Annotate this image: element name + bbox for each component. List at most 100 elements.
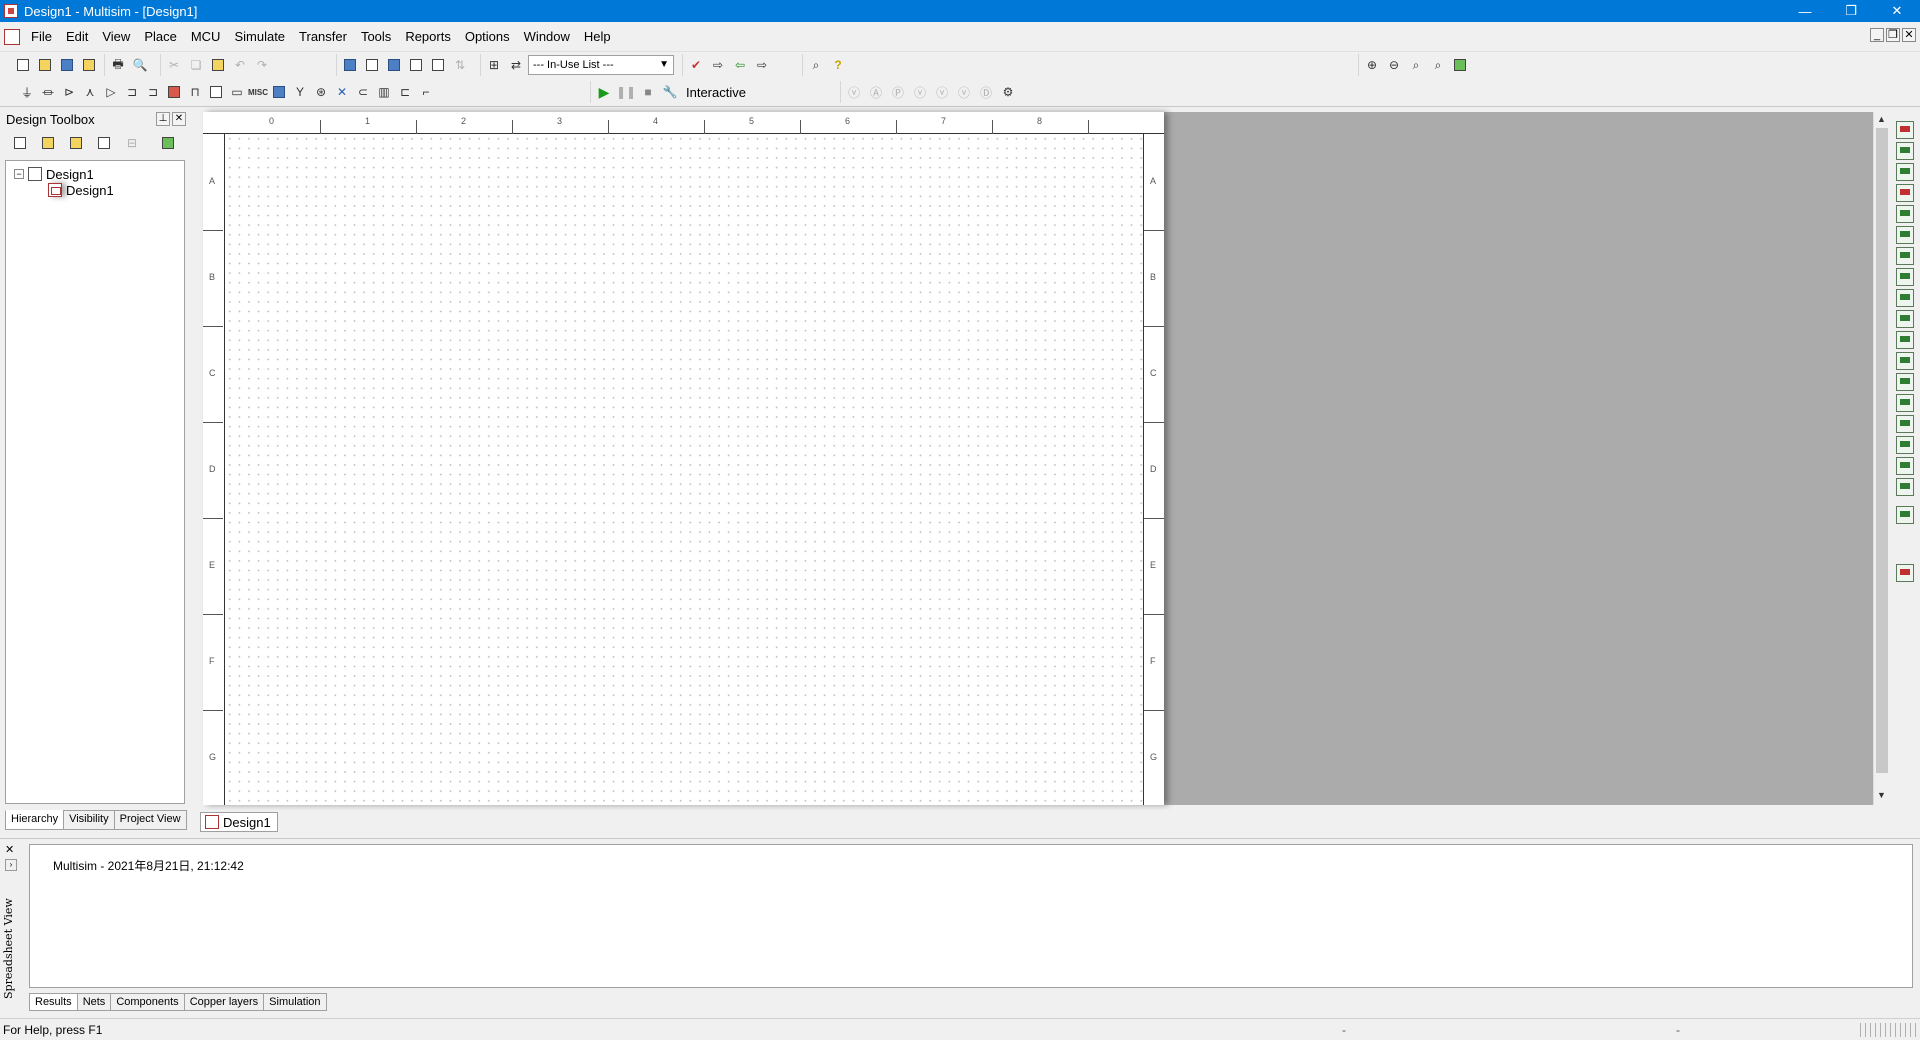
database-manager-icon[interactable] xyxy=(384,55,404,75)
electromechanical-icon[interactable]: ⊛ xyxy=(311,82,331,102)
undo-icon[interactable]: ↶ xyxy=(230,55,250,75)
zoom-sheet-icon[interactable]: ⌕ xyxy=(1428,55,1448,75)
tab-simulation[interactable]: Simulation xyxy=(263,993,327,1011)
tree-item-design-sheet[interactable]: Design1 xyxy=(48,181,114,199)
open-sample-icon[interactable] xyxy=(57,55,77,75)
toolbox-settings-icon[interactable] xyxy=(158,133,178,153)
oscilloscope-icon[interactable] xyxy=(1896,184,1914,202)
grapher-icon[interactable] xyxy=(406,55,426,75)
print-preview-icon[interactable]: 🔍 xyxy=(130,55,150,75)
menu-place[interactable]: Place xyxy=(137,22,184,52)
misc-digital-icon[interactable] xyxy=(164,82,184,102)
agilent-multimeter-icon[interactable] xyxy=(1896,436,1914,454)
postprocessor-icon[interactable] xyxy=(428,55,448,75)
analog-icon[interactable]: ▷ xyxy=(101,82,121,102)
scroll-up-icon[interactable]: ▲ xyxy=(1877,114,1886,124)
current-probe-icon[interactable]: Ⓐ xyxy=(866,82,886,102)
mdi-restore-icon[interactable]: ❐ xyxy=(1886,28,1900,42)
simulation-mode-label[interactable]: Interactive xyxy=(686,85,746,100)
close-icon[interactable]: ✕ xyxy=(5,843,14,856)
indicator-icon[interactable] xyxy=(206,82,226,102)
reference-probe-icon[interactable]: ⓥ xyxy=(954,82,974,102)
open-folder-icon[interactable] xyxy=(35,55,55,75)
tektronix-oscilloscope-icon[interactable] xyxy=(1896,478,1914,496)
menu-file[interactable]: File xyxy=(24,22,59,52)
spectrum-analyzer-icon[interactable] xyxy=(1896,373,1914,391)
tab-components[interactable]: Components xyxy=(110,993,185,1011)
component-wizard-icon[interactable]: ⊞ xyxy=(484,55,504,75)
mcu-icon[interactable]: ▥ xyxy=(374,82,394,102)
agilent-oscilloscope-icon[interactable] xyxy=(1896,457,1914,475)
transfer-icon[interactable]: ⇨ xyxy=(708,55,728,75)
back-annotate-icon[interactable]: ⇦ xyxy=(730,55,750,75)
restore-button[interactable]: ❐ xyxy=(1828,0,1874,22)
menu-view[interactable]: View xyxy=(95,22,137,52)
menu-transfer[interactable]: Transfer xyxy=(292,22,354,52)
menu-edit[interactable]: Edit xyxy=(59,22,95,52)
save-icon[interactable] xyxy=(79,55,99,75)
source-icon[interactable]: ⏚ xyxy=(17,82,37,102)
document-icon[interactable] xyxy=(4,28,20,45)
zoom-out-icon[interactable]: ⊖ xyxy=(1384,55,1404,75)
pin-icon[interactable]: ⊥ xyxy=(156,112,170,126)
four-channel-oscilloscope-icon[interactable] xyxy=(1896,205,1914,223)
bode-plotter-icon[interactable] xyxy=(1896,226,1914,244)
sort-icon[interactable]: ⇅ xyxy=(450,55,470,75)
in-use-list-dropdown[interactable]: --- In-Use List --- ▼ xyxy=(528,55,674,75)
schematic-sheet[interactable]: 0 1 2 3 4 5 6 7 8 A B C D E F G A B C D … xyxy=(203,112,1164,805)
diff-voltage-probe-icon[interactable]: ⓥ xyxy=(910,82,930,102)
voltage-probe-icon[interactable]: ⓥ xyxy=(844,82,864,102)
new-file-icon[interactable] xyxy=(13,55,33,75)
iv-analyzer-icon[interactable] xyxy=(1896,331,1914,349)
hierarchical-block-icon[interactable]: ⊏ xyxy=(395,82,415,102)
run-simulation-icon[interactable]: ▶ xyxy=(594,82,614,102)
tab-copper-layers[interactable]: Copper layers xyxy=(183,993,265,1011)
tab-project-view[interactable]: Project View xyxy=(113,810,187,830)
logic-analyzer-icon[interactable] xyxy=(1896,310,1914,328)
menu-options[interactable]: Options xyxy=(458,22,517,52)
power-icon[interactable]: ▭ xyxy=(227,82,247,102)
new-design-icon[interactable] xyxy=(10,133,30,153)
probe-settings-icon[interactable]: ⚙ xyxy=(998,82,1018,102)
network-analyzer-icon[interactable] xyxy=(1896,394,1914,412)
help-icon[interactable]: ? xyxy=(828,55,848,75)
zoom-area-icon[interactable]: ⌕ xyxy=(1406,55,1426,75)
menu-help[interactable]: Help xyxy=(577,22,618,52)
find-icon[interactable]: ⌕ xyxy=(806,55,826,75)
diode-icon[interactable]: ⊳ xyxy=(59,82,79,102)
database-icon[interactable]: ⇄ xyxy=(506,55,526,75)
close-icon[interactable]: ✕ xyxy=(172,112,186,126)
copy-icon[interactable]: ❏ xyxy=(186,55,206,75)
frequency-counter-icon[interactable] xyxy=(1896,247,1914,265)
cmos-icon[interactable]: ⊐ xyxy=(143,82,163,102)
menu-tools[interactable]: Tools xyxy=(354,22,398,52)
distortion-analyzer-icon[interactable] xyxy=(1896,352,1914,370)
rename-icon[interactable]: ⊟ xyxy=(122,133,142,153)
current-clamp-icon[interactable] xyxy=(1896,564,1914,582)
multisim-app-icon[interactable] xyxy=(4,4,18,18)
agilent-generator-icon[interactable] xyxy=(1896,415,1914,433)
ni-components-icon[interactable]: ✕ xyxy=(332,82,352,102)
menu-window[interactable]: Window xyxy=(517,22,577,52)
connectors-icon[interactable]: ⊂ xyxy=(353,82,373,102)
mdi-minimize-icon[interactable]: _ xyxy=(1870,28,1884,42)
mixed-icon[interactable]: ⊓ xyxy=(185,82,205,102)
power-probe-icon[interactable]: Ⓟ xyxy=(888,82,908,102)
save-design-icon[interactable] xyxy=(66,133,86,153)
schematic-grid[interactable] xyxy=(225,134,1143,805)
collapse-icon[interactable]: − xyxy=(14,169,24,179)
erc-icon[interactable]: ✔ xyxy=(686,55,706,75)
tab-nets[interactable]: Nets xyxy=(76,993,112,1011)
pause-simulation-icon[interactable]: ❚❚ xyxy=(616,82,636,102)
digital-probe-icon[interactable]: Ⓓ xyxy=(976,82,996,102)
zoom-in-icon[interactable]: ⊕ xyxy=(1362,55,1382,75)
close-design-icon[interactable] xyxy=(94,133,114,153)
multimeter-icon[interactable] xyxy=(1896,121,1914,139)
print-icon[interactable]: 🖶 xyxy=(108,55,128,75)
voltage-current-probe-icon[interactable]: ⓥ xyxy=(932,82,952,102)
toggle-toolbox-icon[interactable] xyxy=(340,55,360,75)
labview-instrument-icon[interactable] xyxy=(1896,506,1914,524)
workspace-vertical-scrollbar[interactable]: ▲ ▼ xyxy=(1873,112,1889,805)
full-screen-icon[interactable] xyxy=(1450,55,1470,75)
stop-simulation-icon[interactable]: ■ xyxy=(638,82,658,102)
